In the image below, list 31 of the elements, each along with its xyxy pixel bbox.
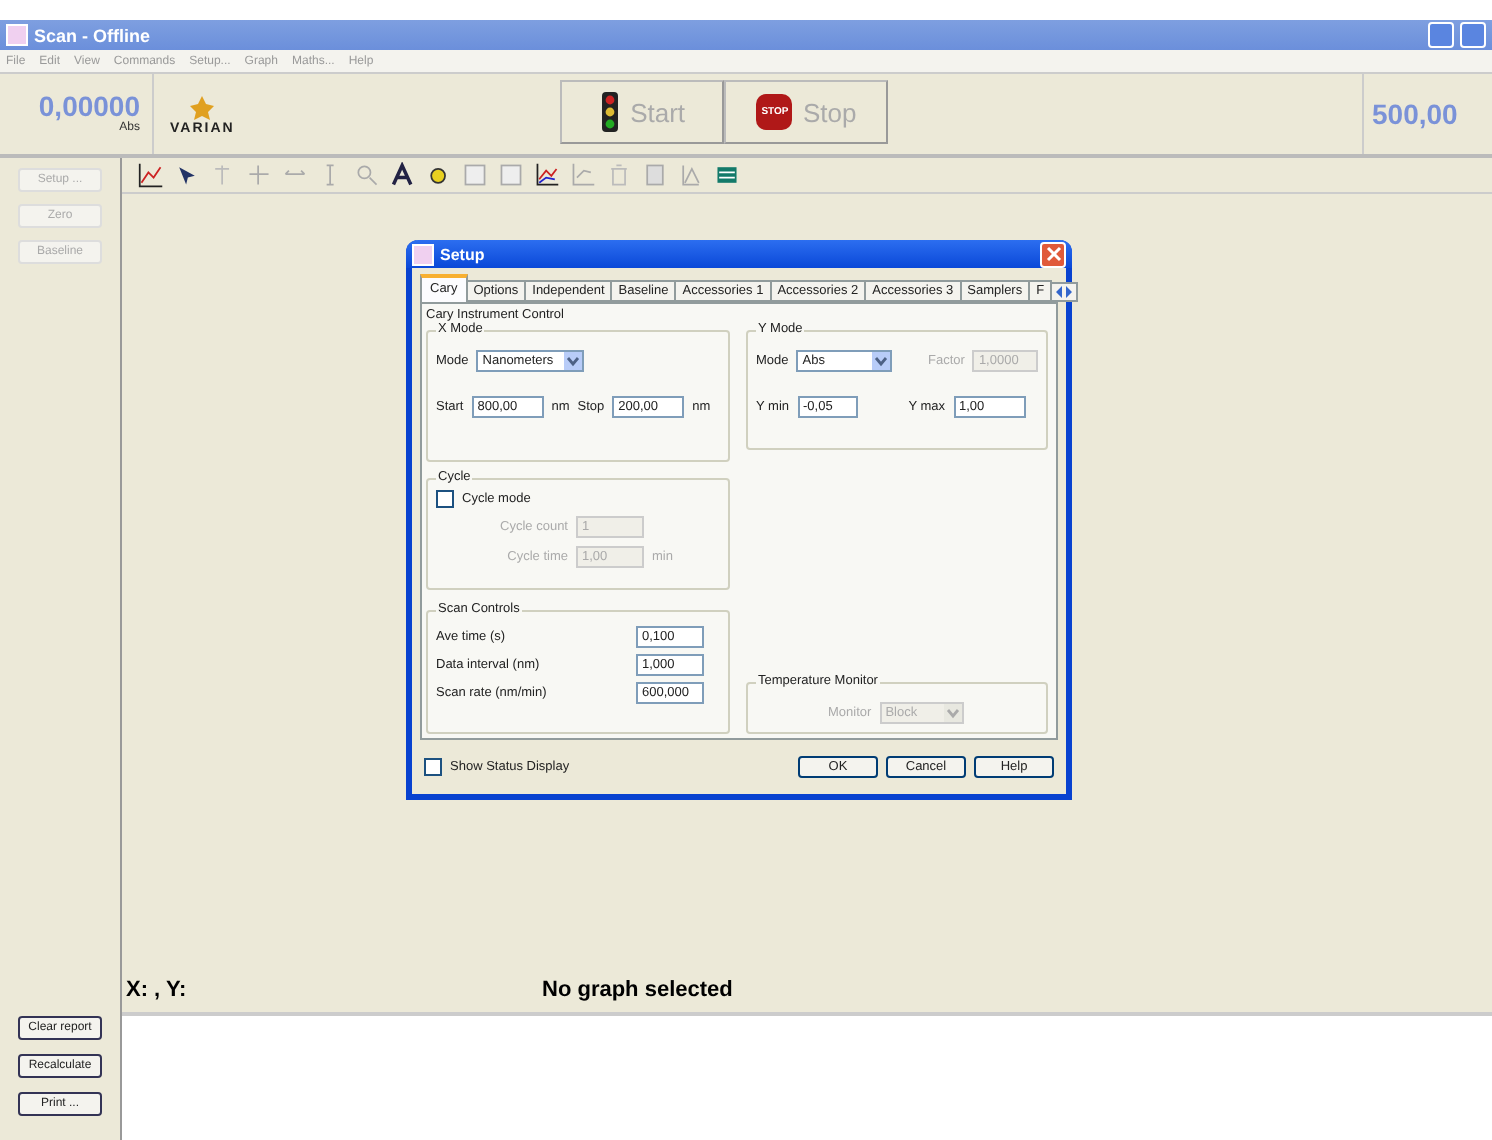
traffic-light-icon bbox=[600, 92, 621, 132]
reading: 500,00 bbox=[1372, 99, 1458, 129]
coordinates: X: , Y: bbox=[124, 978, 189, 1002]
close-button[interactable] bbox=[1040, 241, 1066, 267]
reading: 0,00000 bbox=[38, 92, 140, 122]
window-icon[interactable] bbox=[462, 162, 488, 188]
app-icon bbox=[6, 24, 28, 46]
arrows-icon bbox=[1054, 286, 1075, 298]
chart-icon[interactable] bbox=[534, 162, 560, 188]
checkbox[interactable] bbox=[424, 758, 442, 776]
graph-icon[interactable] bbox=[138, 162, 164, 188]
text-icon[interactable] bbox=[390, 162, 416, 188]
zoom-icon[interactable] bbox=[354, 162, 380, 188]
pointer-icon[interactable] bbox=[174, 162, 200, 188]
window-icon[interactable] bbox=[498, 162, 524, 188]
app-icon bbox=[412, 243, 434, 265]
window-title: Scan - Offline bbox=[34, 25, 153, 45]
crosshair-icon[interactable] bbox=[246, 162, 272, 188]
minimize-button[interactable] bbox=[1428, 22, 1454, 48]
page-icon[interactable] bbox=[642, 162, 668, 188]
tab-scroll-arrows[interactable] bbox=[1050, 282, 1079, 302]
circle-icon[interactable] bbox=[426, 162, 452, 188]
caret-icon bbox=[872, 352, 891, 370]
table-icon[interactable] bbox=[714, 162, 740, 188]
caret-icon bbox=[564, 352, 583, 370]
restore-button[interactable] bbox=[1460, 22, 1486, 48]
caret-icon bbox=[943, 704, 962, 722]
close-icon bbox=[1045, 246, 1061, 262]
status-message: No graph selected bbox=[542, 978, 733, 1002]
logo-icon bbox=[188, 93, 217, 121]
dialog-title: Setup bbox=[440, 245, 487, 263]
